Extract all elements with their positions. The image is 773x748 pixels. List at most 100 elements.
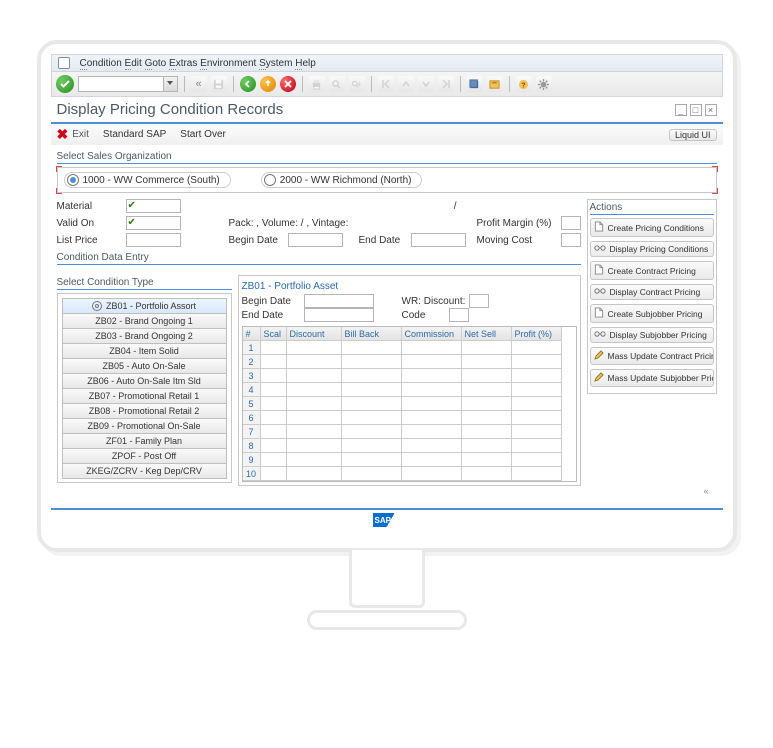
moving-cost-input[interactable] xyxy=(561,233,581,247)
begin-date-input[interactable] xyxy=(288,233,343,247)
find-icon[interactable] xyxy=(329,76,345,92)
col-profit[interactable]: Profit (%) xyxy=(512,327,562,341)
menubar-app-icon[interactable] xyxy=(58,57,70,69)
liquid-ui-button[interactable]: Liquid UI xyxy=(669,129,717,141)
col-num[interactable]: # xyxy=(243,327,261,341)
cell[interactable] xyxy=(512,453,562,467)
cell[interactable] xyxy=(261,383,287,397)
back-icon[interactable] xyxy=(240,76,256,92)
cell[interactable] xyxy=(512,355,562,369)
condition-type-item[interactable]: ZB05 - Auto On-Sale xyxy=(62,358,227,374)
action-button[interactable]: Display Subjobber Pricing xyxy=(590,327,714,343)
cell[interactable] xyxy=(402,411,462,425)
cell[interactable] xyxy=(512,341,562,355)
cell[interactable] xyxy=(287,341,342,355)
condition-type-item[interactable]: ZKEG/ZCRV - Keg Dep/CRV xyxy=(62,463,227,479)
action-button[interactable]: Create Pricing Conditions xyxy=(590,218,714,237)
cell[interactable] xyxy=(261,341,287,355)
command-field[interactable] xyxy=(78,76,178,92)
condition-type-item[interactable]: ZPOF - Post Off xyxy=(62,448,227,464)
table-row[interactable]: 5 xyxy=(243,397,576,411)
cell[interactable] xyxy=(287,369,342,383)
cell[interactable] xyxy=(342,383,402,397)
start-over-button[interactable]: Start Over xyxy=(180,129,226,140)
shortcut-icon[interactable] xyxy=(487,76,503,92)
sales-org-option-1000[interactable]: 1000 - WW Commerce (South) xyxy=(64,172,231,188)
condition-type-item[interactable]: ZB07 - Promotional Retail 1 xyxy=(62,388,227,404)
cell[interactable] xyxy=(402,397,462,411)
cell[interactable] xyxy=(462,369,512,383)
cell[interactable] xyxy=(342,439,402,453)
end-date-input[interactable] xyxy=(411,233,466,247)
cell[interactable] xyxy=(462,341,512,355)
cell[interactable] xyxy=(462,411,512,425)
page-up-icon[interactable] xyxy=(398,76,414,92)
detail-end-date-input[interactable] xyxy=(304,308,374,322)
back-double-icon[interactable]: « xyxy=(191,76,207,92)
first-page-icon[interactable] xyxy=(378,76,394,92)
table-row[interactable]: 3 xyxy=(243,369,576,383)
cell[interactable] xyxy=(287,383,342,397)
menu-system[interactable]: System xyxy=(259,58,292,70)
condition-type-item[interactable]: ZB06 - Auto On-Sale Itm Sld xyxy=(62,373,227,389)
minimize-button[interactable]: _ xyxy=(675,104,687,116)
wr-discount-input[interactable] xyxy=(469,294,489,308)
condition-type-item[interactable]: ZB03 - Brand Ongoing 2 xyxy=(62,328,227,344)
table-row[interactable]: 6 xyxy=(243,411,576,425)
sales-org-option-2000[interactable]: 2000 - WW Richmond (North) xyxy=(261,172,423,188)
menu-environment[interactable]: Environment xyxy=(200,58,256,70)
exit-icon[interactable] xyxy=(260,76,276,92)
cell[interactable] xyxy=(287,397,342,411)
col-scale[interactable]: Scal xyxy=(261,327,287,341)
col-commission[interactable]: Commission xyxy=(402,327,462,341)
chevron-down-icon[interactable] xyxy=(163,77,177,91)
maximize-button[interactable]: □ xyxy=(690,104,702,116)
cell[interactable] xyxy=(342,369,402,383)
table-row[interactable]: 10 xyxy=(243,467,576,481)
condition-type-item[interactable]: ZF01 - Family Plan xyxy=(62,433,227,449)
list-price-input[interactable] xyxy=(126,233,181,247)
table-row[interactable]: 9 xyxy=(243,453,576,467)
cell[interactable] xyxy=(261,425,287,439)
cell[interactable] xyxy=(462,425,512,439)
condition-type-item[interactable]: ZB02 - Brand Ongoing 1 xyxy=(62,313,227,329)
cell[interactable] xyxy=(402,341,462,355)
cell[interactable] xyxy=(512,397,562,411)
menu-condition[interactable]: Condition xyxy=(80,58,122,70)
menu-help[interactable]: Help xyxy=(295,58,316,70)
condition-type-item[interactable]: ZB01 - Portfolio Assort xyxy=(62,298,227,314)
cell[interactable] xyxy=(512,439,562,453)
action-button[interactable]: Mass Update Subjobber Prici... xyxy=(590,369,714,387)
detail-begin-date-input[interactable] xyxy=(304,294,374,308)
cell[interactable] xyxy=(462,355,512,369)
col-netsell[interactable]: Net Sell xyxy=(462,327,512,341)
cell[interactable] xyxy=(287,453,342,467)
table-row[interactable]: 4 xyxy=(243,383,576,397)
action-button[interactable]: Mass Update Contract Pricing xyxy=(590,347,714,365)
cell[interactable] xyxy=(342,341,402,355)
cell[interactable] xyxy=(462,439,512,453)
cell[interactable] xyxy=(261,369,287,383)
condition-type-item[interactable]: ZB09 - Promotional On-Sale xyxy=(62,418,227,434)
cell[interactable] xyxy=(402,355,462,369)
collapse-icon[interactable]: « xyxy=(703,486,708,496)
cell[interactable] xyxy=(402,467,462,481)
condition-type-item[interactable]: ZB04 - Item Solid xyxy=(62,343,227,359)
cell[interactable] xyxy=(512,383,562,397)
profit-margin-input[interactable] xyxy=(561,216,581,230)
help-icon[interactable]: ? xyxy=(516,76,532,92)
cell[interactable] xyxy=(512,467,562,481)
cell[interactable] xyxy=(261,411,287,425)
cancel-icon[interactable] xyxy=(280,76,296,92)
exit-button[interactable]: ✖ Exit xyxy=(57,126,89,143)
col-billback[interactable]: Bill Back xyxy=(342,327,402,341)
col-discount[interactable]: Discount xyxy=(287,327,342,341)
cell[interactable] xyxy=(342,467,402,481)
new-session-icon[interactable] xyxy=(467,76,483,92)
cell[interactable] xyxy=(402,425,462,439)
settings-icon[interactable] xyxy=(536,76,552,92)
menu-edit[interactable]: Edit xyxy=(125,58,142,70)
table-row[interactable]: 2 xyxy=(243,355,576,369)
cell[interactable] xyxy=(402,369,462,383)
cell[interactable] xyxy=(261,453,287,467)
